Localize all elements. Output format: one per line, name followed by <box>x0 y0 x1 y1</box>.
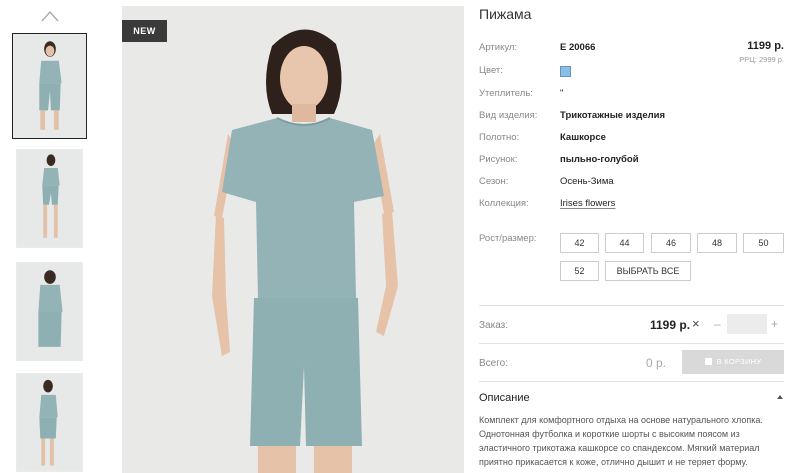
description-text: Комплект для комфортного отдыха на основ… <box>479 415 763 467</box>
divider <box>479 381 784 382</box>
size-button-48[interactable]: 48 <box>697 233 737 253</box>
add-to-cart-label: В КОРЗИНУ <box>716 357 762 366</box>
total-label: Всего: <box>479 358 508 369</box>
thumbnail-2[interactable] <box>16 149 83 248</box>
size-button-42[interactable]: 42 <box>560 233 599 253</box>
item-type-value: Трикотажные изделия <box>560 110 666 121</box>
thumbnail-3[interactable] <box>16 262 83 361</box>
increase-quantity-button[interactable]: + <box>771 317 778 331</box>
color-swatch[interactable] <box>560 66 571 77</box>
quantity-input[interactable] <box>727 314 767 334</box>
order-label: Заказ: <box>479 320 509 331</box>
add-to-cart-button[interactable]: В КОРЗИНУ <box>682 350 784 374</box>
article-value: Е 20066 <box>560 42 596 53</box>
size-button-46[interactable]: 46 <box>651 233 691 253</box>
size-button-52[interactable]: 52 <box>560 261 599 281</box>
insulation-value: " <box>560 88 564 99</box>
fabric-value: Кашкорсе <box>560 132 606 143</box>
bag-icon <box>704 358 712 365</box>
item-type-label: Вид изделия: <box>479 110 538 121</box>
chevron-up-icon[interactable] <box>41 10 59 22</box>
collapse-arrow-icon[interactable] <box>777 395 783 399</box>
size-button-44[interactable]: 44 <box>605 233 644 253</box>
pattern-value: пыльно-голубой <box>560 154 639 165</box>
divider <box>479 343 784 344</box>
product-price: 1199 р. <box>747 40 784 52</box>
model-photo <box>122 6 464 473</box>
model-back-image <box>17 263 82 360</box>
size-label: Рост/размер: <box>479 233 537 244</box>
total-value: 0 р. <box>646 356 667 370</box>
insulation-label: Утеплитель: <box>479 88 533 99</box>
decrease-quantity-button[interactable]: – <box>714 317 721 331</box>
new-badge: NEW <box>122 20 167 42</box>
collection-label: Коллекция: <box>479 198 529 209</box>
collection-link[interactable]: Irises flowers <box>560 198 615 209</box>
model-side-image <box>17 374 82 471</box>
product-title: Пижама <box>479 6 532 22</box>
rrp-price: РРЦ: 2999 р. <box>739 55 784 64</box>
model-full-image <box>17 150 82 247</box>
thumbnail-1[interactable] <box>12 33 87 139</box>
remove-icon[interactable]: × <box>692 316 700 331</box>
thumbnail-4[interactable] <box>16 373 83 472</box>
season-value: Осень-Зима <box>560 176 614 187</box>
pattern-label: Рисунок: <box>479 154 518 165</box>
main-product-image[interactable] <box>122 6 464 473</box>
size-button-50[interactable]: 50 <box>743 233 784 253</box>
article-label: Артикул: <box>479 42 518 53</box>
description-title[interactable]: Описание <box>479 392 530 404</box>
color-label: Цвет: <box>479 65 503 76</box>
fabric-label: Полотно: <box>479 132 520 143</box>
select-all-button[interactable]: ВЫБРАТЬ ВСЕ <box>605 261 691 281</box>
model-front-image <box>13 34 86 138</box>
divider <box>479 305 784 306</box>
season-label: Сезон: <box>479 176 509 187</box>
order-price: 1199 р. <box>650 318 691 332</box>
